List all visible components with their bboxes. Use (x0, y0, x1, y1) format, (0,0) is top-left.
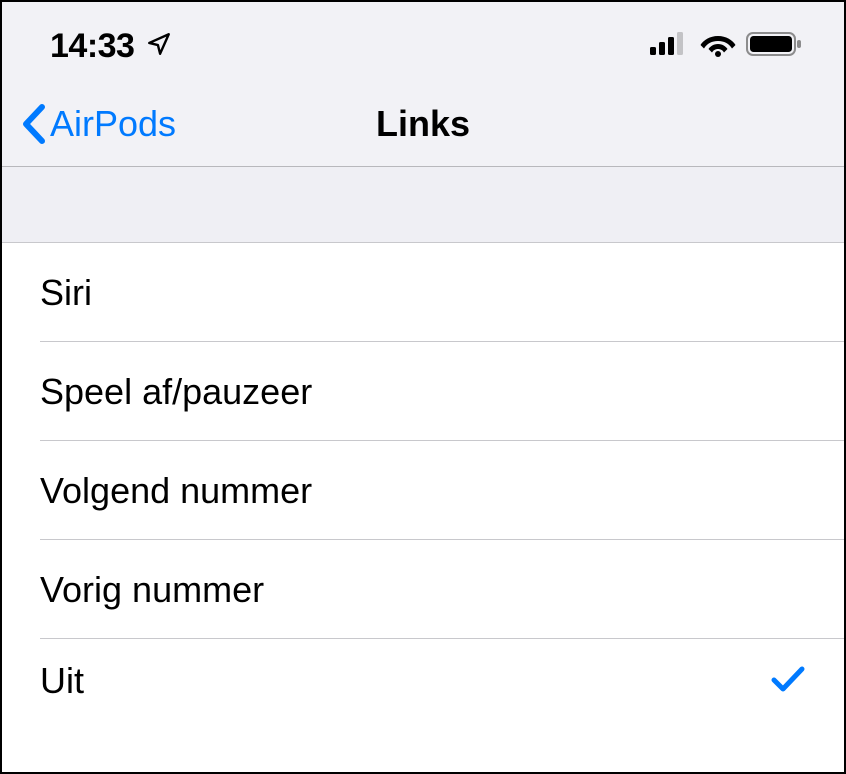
chevron-left-icon (20, 103, 48, 145)
status-left: 14:33 (50, 27, 172, 66)
option-label: Vorig nummer (40, 569, 264, 611)
page-title: Links (376, 103, 470, 145)
checkmark-icon (770, 664, 806, 699)
option-next-track[interactable]: Volgend nummer (2, 441, 844, 540)
option-previous-track[interactable]: Vorig nummer (2, 540, 844, 639)
status-right (650, 31, 804, 62)
cellular-signal-icon (650, 31, 690, 62)
wifi-icon (700, 31, 736, 62)
location-arrow-icon (146, 31, 172, 62)
option-label: Volgend nummer (40, 470, 312, 512)
option-off[interactable]: Uit (2, 639, 844, 723)
status-bar: 14:33 (2, 2, 844, 82)
back-label: AirPods (50, 103, 176, 145)
option-label: Speel af/pauzeer (40, 371, 312, 413)
option-play-pause[interactable]: Speel af/pauzeer (2, 342, 844, 441)
status-time: 14:33 (50, 27, 134, 66)
battery-icon (746, 31, 804, 62)
option-label: Siri (40, 272, 92, 314)
back-button[interactable]: AirPods (20, 103, 176, 145)
option-siri[interactable]: Siri (2, 243, 844, 342)
section-spacer (2, 167, 844, 243)
navigation-bar: AirPods Links (2, 82, 844, 167)
option-label: Uit (40, 660, 84, 702)
options-list: Siri Speel af/pauzeer Volgend nummer Vor… (2, 243, 844, 723)
